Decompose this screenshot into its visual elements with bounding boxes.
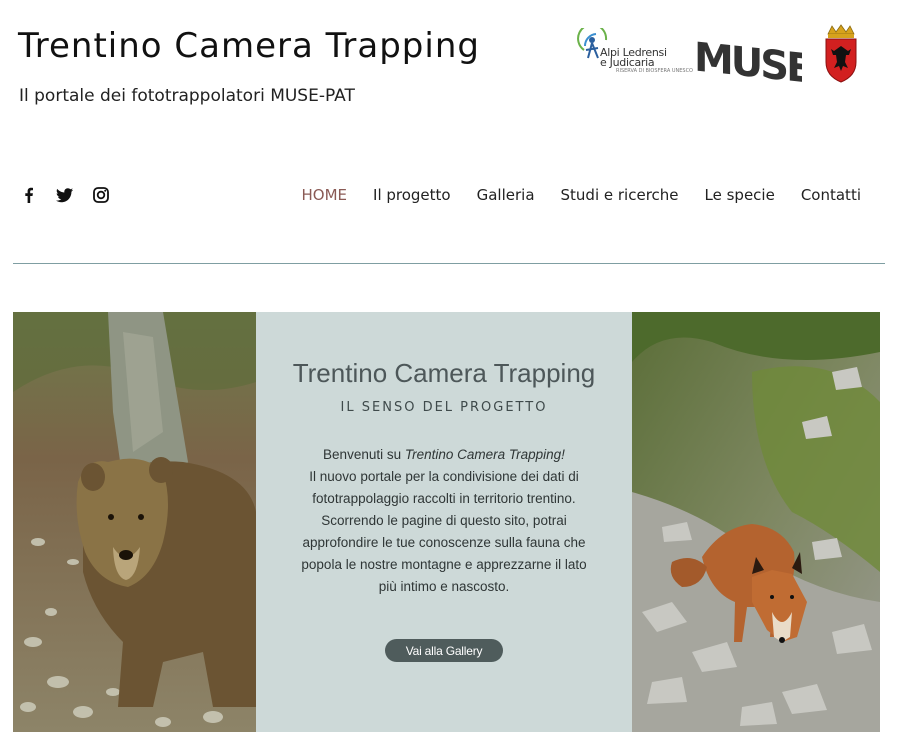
muse-logo-text: MUSE bbox=[694, 35, 802, 82]
bear-photo bbox=[13, 312, 256, 732]
hero-section: Trentino Camera Trapping IL SENSO DEL PR… bbox=[13, 312, 880, 732]
hero-title: Trentino Camera Trapping bbox=[292, 358, 596, 388]
site-title: Trentino Camera Trapping bbox=[18, 26, 480, 66]
hero-body: Benvenuti su Trentino Camera Trapping! I… bbox=[296, 444, 592, 598]
nav-galleria[interactable]: Galleria bbox=[477, 186, 535, 204]
hero-intro-site-name: Trentino Camera Trapping! bbox=[404, 447, 565, 462]
muse-logo-mark: MUSE bbox=[694, 35, 811, 93]
hero-kicker: IL SENSO DEL PROGETTO bbox=[340, 400, 548, 415]
nav-le-specie[interactable]: Le specie bbox=[705, 186, 775, 204]
twitter-icon[interactable] bbox=[56, 186, 74, 204]
nav-il-progetto[interactable]: Il progetto bbox=[373, 186, 451, 204]
hero-intro: Benvenuti su bbox=[323, 447, 405, 462]
gallery-button[interactable]: Vai alla Gallery bbox=[385, 639, 503, 662]
alpi-logo-caption: RISERVA DI BIOSFERA UNESCO bbox=[616, 68, 693, 74]
nav-home[interactable]: HOME bbox=[302, 186, 348, 204]
instagram-icon[interactable] bbox=[92, 186, 110, 204]
hero-body-text: Il nuovo portale per la condivisione dei… bbox=[301, 469, 587, 594]
nav-studi-e-ricerche[interactable]: Studi e ricerche bbox=[561, 186, 679, 204]
social-links bbox=[20, 186, 110, 204]
header-divider bbox=[13, 263, 885, 264]
muse-logo[interactable]: MUSE bbox=[690, 26, 811, 93]
alpi-line-2: e Judicaria bbox=[600, 56, 655, 69]
intro-panel: Trentino Camera Trapping IL SENSO DEL PR… bbox=[256, 312, 632, 732]
main-nav: HOME Il progetto Galleria Studi e ricerc… bbox=[302, 186, 862, 204]
trentino-crest-logo[interactable] bbox=[822, 24, 860, 84]
nav-contatti[interactable]: Contatti bbox=[801, 186, 861, 204]
alpi-logo-text: Alpi Ledrensi e Judicaria bbox=[600, 47, 667, 69]
hero-intro-line: Benvenuti su Trentino Camera Trapping! bbox=[296, 444, 592, 466]
alpi-ledrensi-logo[interactable]: Alpi Ledrensi e Judicaria RISERVA DI BIO… bbox=[576, 23, 693, 74]
crest-icon bbox=[825, 24, 857, 83]
facebook-icon[interactable] bbox=[20, 186, 38, 204]
site-subtitle: Il portale dei fototrappolatori MUSE-PAT bbox=[19, 86, 355, 106]
fox-photo bbox=[632, 312, 880, 732]
